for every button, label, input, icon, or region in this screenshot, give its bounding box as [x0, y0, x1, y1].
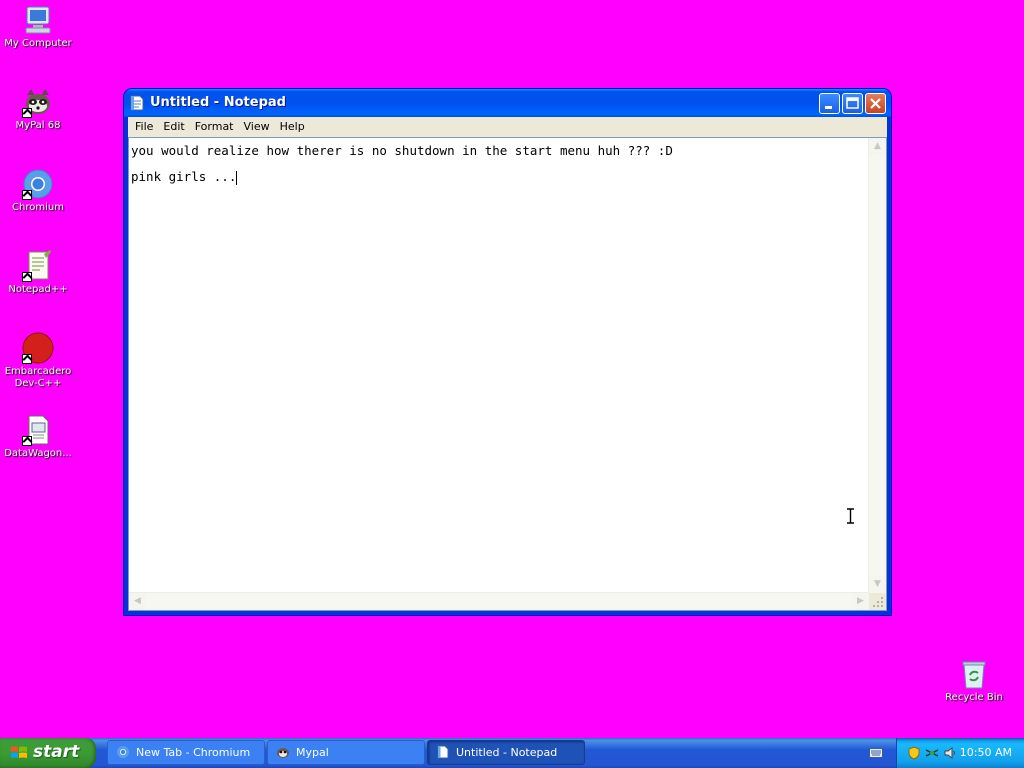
- security-shield-icon[interactable]: [907, 746, 921, 760]
- text-line-with-caret: pink girls ...: [131, 164, 868, 190]
- desktop-icon-label: DataWagon...: [4, 448, 72, 459]
- start-label: start: [33, 742, 80, 762]
- desktop-icon-label: Chromium: [12, 202, 64, 213]
- vertical-scrollbar[interactable]: ▲ ▼: [868, 138, 886, 593]
- desktop-icon-label: My Computer: [4, 38, 72, 49]
- close-button[interactable]: [865, 93, 886, 114]
- chromium-icon: [117, 746, 129, 758]
- start-button[interactable]: start: [0, 738, 96, 768]
- title-bar[interactable]: Untitled - Notepad: [124, 89, 891, 117]
- recycle-bin-icon: [958, 658, 990, 690]
- menu-bar: File Edit Format View Help: [128, 117, 887, 136]
- scroll-right-button[interactable]: ▶: [852, 593, 869, 610]
- notepad-window[interactable]: Untitled - Notepad File Edit Format View…: [124, 89, 891, 615]
- clock[interactable]: 10:50 AM: [960, 746, 1012, 759]
- notepadpp-icon: [22, 250, 54, 282]
- desktop-icon-chromium[interactable]: Chromium: [0, 168, 76, 214]
- system-tray: 10:50 AM: [896, 738, 1024, 768]
- chromium-icon: [22, 168, 54, 200]
- datawagon-file-icon: [22, 414, 54, 446]
- desktop-icon-datawagon[interactable]: DataWagon...: [0, 414, 76, 460]
- network-icon[interactable]: [925, 746, 939, 760]
- scroll-up-button[interactable]: ▲: [869, 138, 886, 155]
- horizontal-scrollbar[interactable]: ◀ ▶: [129, 592, 869, 610]
- window-client: File Edit Format View Help you would rea…: [128, 117, 887, 611]
- text-caret: [236, 170, 238, 185]
- notepad-icon: [437, 745, 449, 759]
- desktop-icon-label: MyPal 68: [15, 120, 61, 131]
- mypal-icon: [277, 748, 289, 758]
- task-label: Untitled - Notepad: [456, 746, 558, 759]
- shortcut-arrow-icon: [22, 190, 32, 200]
- menu-edit[interactable]: Edit: [158, 120, 189, 133]
- close-icon: [870, 98, 881, 109]
- text-line: pink girls ...: [131, 169, 237, 184]
- desktop-icon-my-computer[interactable]: My Computer: [0, 4, 76, 50]
- minimize-button[interactable]: [819, 93, 840, 114]
- text-line: you would realize how therer is no shutd…: [131, 143, 673, 158]
- notepad-icon: [130, 95, 144, 111]
- desktop-icon-notepadpp[interactable]: Notepad++: [0, 250, 76, 296]
- desktop-icon-devcpp[interactable]: Embarcadero Dev-C++: [0, 332, 76, 390]
- text-area[interactable]: you would realize how therer is no shutd…: [131, 138, 868, 593]
- resize-grip[interactable]: [869, 593, 886, 610]
- my-computer-icon: [22, 4, 54, 36]
- keyboard-icon[interactable]: [869, 747, 883, 759]
- task-button-chromium[interactable]: New Tab - Chromium: [107, 740, 265, 765]
- ibeam-cursor-icon: [847, 508, 854, 524]
- task-label: New Tab - Chromium: [136, 746, 251, 759]
- menu-format[interactable]: Format: [190, 120, 239, 133]
- text-editor[interactable]: you would realize how therer is no shutd…: [128, 137, 887, 611]
- windows-logo-icon: [11, 746, 27, 758]
- window-title: Untitled - Notepad: [150, 95, 286, 110]
- volume-icon[interactable]: [943, 746, 957, 760]
- shortcut-arrow-icon: [22, 354, 32, 364]
- shortcut-arrow-icon: [22, 436, 32, 446]
- shortcut-arrow-icon: [22, 272, 32, 282]
- maximize-button[interactable]: [842, 93, 863, 114]
- scroll-left-button[interactable]: ◀: [129, 593, 146, 610]
- desktop-icon-label: Recycle Bin: [945, 692, 1003, 703]
- desktop-icon-label: Embarcadero Dev-C++: [4, 366, 72, 389]
- desktop-icon-label: Notepad++: [8, 284, 68, 295]
- desktop-icon-recycle-bin[interactable]: Recycle Bin: [936, 658, 1012, 704]
- task-button-notepad[interactable]: Untitled - Notepad: [427, 740, 585, 765]
- task-button-mypal[interactable]: Mypal: [267, 740, 425, 765]
- mypal-raccoon-icon: [22, 86, 54, 118]
- minimize-icon: [825, 106, 832, 109]
- desktop-icon-mypal[interactable]: MyPal 68: [0, 86, 76, 132]
- menu-view[interactable]: View: [239, 120, 275, 133]
- maximize-icon: [846, 97, 859, 109]
- resize-grip-icon: [873, 597, 883, 607]
- task-label: Mypal: [296, 746, 329, 759]
- menu-help[interactable]: Help: [275, 120, 310, 133]
- taskbar: start New Tab - Chromium Mypal Untitled …: [0, 738, 1024, 768]
- shortcut-arrow-icon: [22, 108, 32, 118]
- devcpp-icon: [22, 332, 54, 364]
- menu-file[interactable]: File: [130, 120, 158, 133]
- scroll-down-button[interactable]: ▼: [869, 576, 886, 593]
